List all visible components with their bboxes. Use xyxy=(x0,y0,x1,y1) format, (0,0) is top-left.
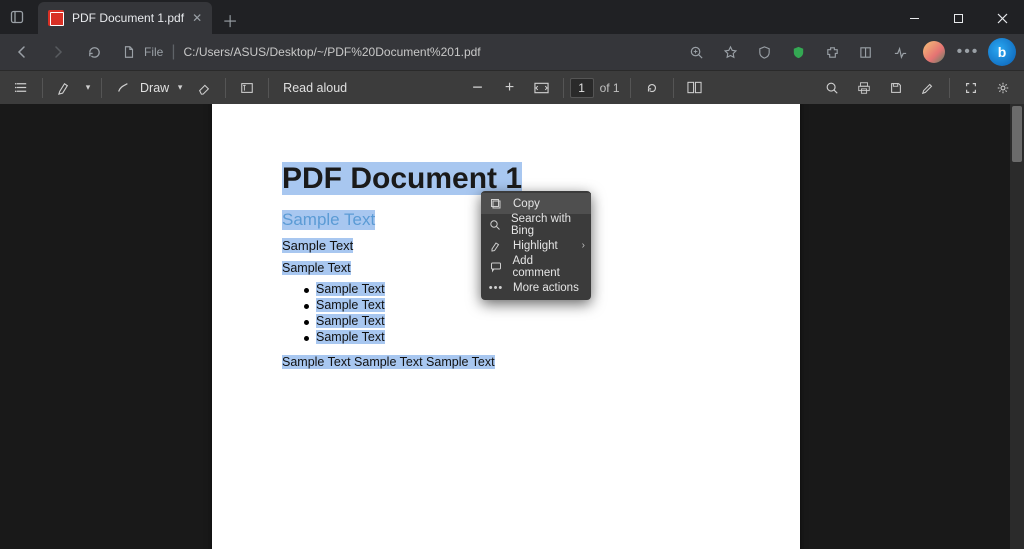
fullscreen-icon[interactable] xyxy=(956,73,986,103)
more-menu-icon[interactable]: ••• xyxy=(952,36,984,68)
page-view-icon[interactable] xyxy=(680,73,710,103)
list-item[interactable]: Sample Text xyxy=(282,329,730,345)
doc-line[interactable]: Sample Text xyxy=(282,261,351,275)
favorite-button[interactable] xyxy=(714,36,746,68)
copy-icon xyxy=(489,197,503,211)
chevron-right-icon: › xyxy=(582,240,585,251)
back-button[interactable] xyxy=(6,36,38,68)
scrollbar[interactable] xyxy=(1010,104,1024,549)
find-icon[interactable] xyxy=(817,73,847,103)
security-shield-icon[interactable] xyxy=(782,36,814,68)
more-icon: ••• xyxy=(489,281,503,295)
doc-footer-line[interactable]: Sample Text Sample Text Sample Text xyxy=(282,355,495,369)
maximize-button[interactable] xyxy=(936,2,980,34)
ctx-more-actions[interactable]: ••• More actions xyxy=(481,277,591,298)
chevron-down-icon[interactable]: ▾ xyxy=(173,73,187,103)
url-path: C:/Users/ASUS/Desktop/~/PDF%20Document%2… xyxy=(184,45,481,59)
page-count-label: of 1 xyxy=(600,81,620,95)
performance-icon[interactable] xyxy=(884,36,916,68)
pdf-icon xyxy=(48,10,64,26)
zoom-indicator-icon[interactable] xyxy=(680,36,712,68)
highlight-tool-icon[interactable] xyxy=(49,73,79,103)
highlighter-icon xyxy=(489,239,503,253)
pdf-toolbar: ▾ Draw ▾ Read aloud − + of 1 xyxy=(0,70,1024,104)
bing-chat-button[interactable]: b xyxy=(986,36,1018,68)
tab-actions-button[interactable] xyxy=(0,0,34,34)
erase-tool-icon[interactable] xyxy=(189,73,219,103)
window-controls xyxy=(892,2,1024,34)
forward-button xyxy=(42,36,74,68)
ctx-search-bing[interactable]: Search with Bing xyxy=(481,214,591,235)
rotate-icon[interactable] xyxy=(637,73,667,103)
url-field[interactable]: File | C:/Users/ASUS/Desktop/~/PDF%20Doc… xyxy=(114,38,676,66)
comment-icon xyxy=(489,260,503,274)
minimize-button[interactable] xyxy=(892,2,936,34)
file-icon xyxy=(122,45,136,59)
settings-icon[interactable] xyxy=(988,73,1018,103)
edit-icon[interactable] xyxy=(913,73,943,103)
print-icon[interactable] xyxy=(849,73,879,103)
context-menu: Copy Search with Bing Highlight › Add co… xyxy=(481,191,591,300)
pdf-viewer[interactable]: PDF Document 1 Sample Text Sample Text S… xyxy=(0,104,1024,549)
ctx-copy[interactable]: Copy xyxy=(481,193,591,214)
browser-tab[interactable]: PDF Document 1.pdf ✕ xyxy=(38,2,212,34)
page-number-input[interactable] xyxy=(570,78,594,98)
title-bar: PDF Document 1.pdf ✕ ＋ xyxy=(0,0,1024,34)
refresh-button[interactable] xyxy=(78,36,110,68)
extensions-icon[interactable] xyxy=(816,36,848,68)
doc-subtitle[interactable]: Sample Text xyxy=(282,210,375,230)
contents-icon[interactable] xyxy=(6,73,36,103)
profile-avatar[interactable] xyxy=(918,36,950,68)
tracking-shield-icon[interactable] xyxy=(748,36,780,68)
pdf-page: PDF Document 1 Sample Text Sample Text S… xyxy=(212,104,800,549)
fit-page-icon[interactable] xyxy=(527,73,557,103)
zoom-in-button[interactable]: + xyxy=(495,73,525,103)
ctx-highlight[interactable]: Highlight › xyxy=(481,235,591,256)
doc-line[interactable]: Sample Text xyxy=(282,238,353,253)
text-tool-icon[interactable] xyxy=(232,73,262,103)
new-tab-button[interactable]: ＋ xyxy=(216,6,244,34)
list-item[interactable]: Sample Text xyxy=(282,313,730,329)
ctx-add-comment[interactable]: Add comment xyxy=(481,256,591,277)
search-icon xyxy=(489,218,501,232)
close-tab-icon[interactable]: ✕ xyxy=(192,11,202,25)
chevron-down-icon[interactable]: ▾ xyxy=(81,73,95,103)
zoom-out-button[interactable]: − xyxy=(463,73,493,103)
read-aloud-button[interactable]: Read aloud xyxy=(275,81,355,95)
draw-label[interactable]: Draw xyxy=(140,81,171,95)
save-icon[interactable] xyxy=(881,73,911,103)
draw-tool-icon[interactable] xyxy=(108,73,138,103)
tab-title: PDF Document 1.pdf xyxy=(72,11,184,25)
address-bar: File | C:/Users/ASUS/Desktop/~/PDF%20Doc… xyxy=(0,34,1024,70)
close-window-button[interactable] xyxy=(980,2,1024,34)
url-scheme: File xyxy=(144,45,163,59)
collections-icon[interactable] xyxy=(850,36,882,68)
scrollbar-thumb[interactable] xyxy=(1012,106,1022,162)
